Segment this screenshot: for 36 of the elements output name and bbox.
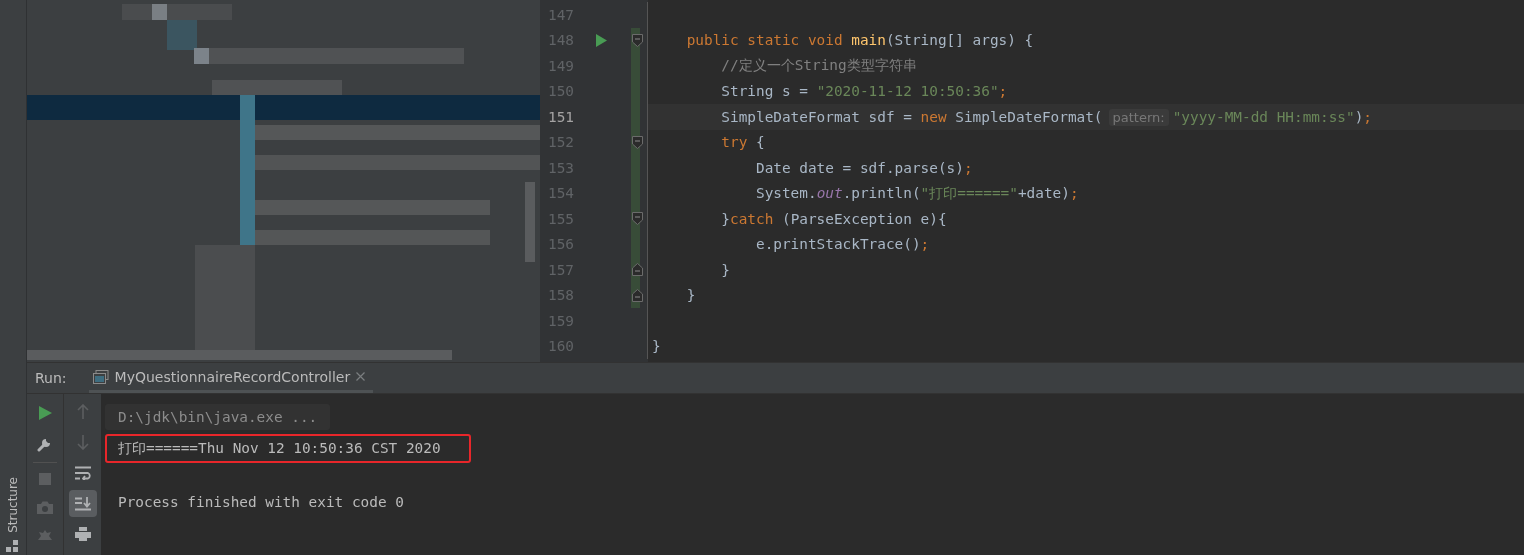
wrench-icon[interactable] bbox=[37, 436, 53, 452]
fold-icon[interactable] bbox=[632, 263, 643, 277]
fold-icon[interactable] bbox=[632, 212, 643, 226]
window-icon bbox=[92, 369, 109, 384]
fold-icon[interactable] bbox=[632, 33, 643, 47]
structure-icon[interactable] bbox=[6, 539, 20, 553]
code-line: System.out.println("打印======"+date); bbox=[754, 183, 1079, 203]
arrow-down-icon[interactable] bbox=[76, 435, 89, 450]
fold-icon[interactable] bbox=[632, 288, 643, 302]
close-icon[interactable] bbox=[356, 372, 366, 381]
fold-icon[interactable] bbox=[632, 135, 643, 149]
code-line: //定义一个String类型字符串 bbox=[720, 56, 917, 76]
print-icon[interactable] bbox=[74, 527, 91, 541]
code-line: } bbox=[720, 261, 730, 278]
code-line: }catch (ParseException e){ bbox=[720, 210, 947, 227]
code-line: try { bbox=[720, 134, 765, 151]
code-line: String s = "2020-11-12 10:50:36"; bbox=[720, 83, 1008, 100]
gear-icon[interactable] bbox=[38, 530, 52, 540]
camera-icon[interactable] bbox=[37, 501, 53, 514]
code-line: SimpleDateFormat sdf = new SimpleDateFormat( pattern: "yyyy-MM-dd HH:mm:ss"); bbox=[720, 108, 1372, 125]
code-line: public static void main(String[] args) { bbox=[685, 32, 1034, 49]
code-line: Date date = sdf.parse(s); bbox=[754, 159, 973, 176]
arrow-up-icon[interactable] bbox=[76, 404, 89, 419]
line-number: 151 bbox=[547, 107, 575, 127]
code-line: e.printStackTrace(); bbox=[754, 236, 930, 253]
run-tab[interactable]: MyQuestionnaireRecordController bbox=[88, 363, 374, 393]
structure-tab[interactable]: Structure bbox=[6, 477, 20, 533]
scroll-to-end-button[interactable] bbox=[68, 490, 97, 517]
code-line: } bbox=[651, 338, 661, 355]
code-line: } bbox=[685, 287, 696, 304]
scroll-to-end-icon bbox=[74, 496, 91, 511]
console-line: Process finished with exit code 0 bbox=[117, 493, 405, 512]
run-icon[interactable] bbox=[38, 406, 52, 420]
run-label: Run: bbox=[35, 370, 67, 386]
run-icon[interactable] bbox=[595, 33, 607, 47]
soft-wrap-icon[interactable] bbox=[74, 466, 91, 480]
